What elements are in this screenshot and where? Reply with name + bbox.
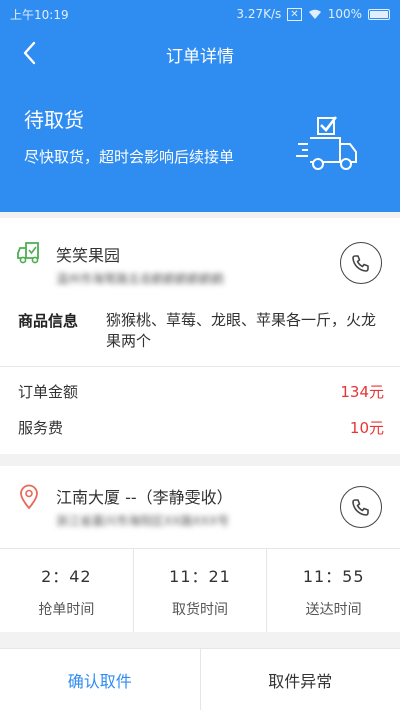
back-button[interactable] [14,38,44,68]
status-icons: 3.27K/s ✕ 100% [236,7,390,21]
grab-time: 2：42 抢单时间 [0,549,134,632]
recipient-address: 浙江省嘉兴市海阳区XX路XXX号 [56,514,230,528]
order-status: 待取货 [24,108,84,132]
order-amount-card: 订单金额 134元 服务费 10元 [0,366,400,454]
battery-icon [368,8,390,20]
status-time: 上午10:19 [10,7,69,22]
order-status-hint: 尽快取货，超时会影响后续接单 [24,148,235,166]
order-amount-row: 订单金额 134元 [18,381,384,402]
service-fee-value: 10元 [349,419,384,437]
confirm-pickup-button[interactable]: 确认取件 [0,649,201,710]
phone-icon [352,499,369,516]
chevron-left-icon [23,41,36,65]
wifi-icon [308,9,321,19]
order-amount-label: 订单金额 [18,383,79,401]
bottom-action-bar: 确认取件 取件异常 [0,648,400,710]
pickup-time-value: 11：21 [169,566,231,586]
service-fee-row: 服务费 10元 [18,417,384,438]
order-status-banner: 待取货 尽快取货，超时会影响后续接单 [0,80,400,212]
grab-time-label: 抢单时间 [38,601,95,618]
call-store-button[interactable] [340,242,382,284]
store-name: 笑笑果园 [56,246,121,265]
call-recipient-button[interactable] [340,486,382,528]
sim-icon: ✕ [287,7,302,21]
store-truck-icon [17,242,39,264]
page-title: 订单详情 [166,46,234,67]
battery-percent: 100% [327,7,362,21]
delivery-time-value: 11：55 [302,566,365,586]
pickup-time: 11：21 取货时间 [134,549,268,632]
delivery-time-label: 送达时间 [305,601,362,618]
order-amount-value: 134元 [340,383,384,401]
store-address: 温州市海鹭路五岳鹤鹤鹤鹤鹤鹤 [56,272,225,286]
recipient-name: 江南大厦 --（李静雯收） [56,488,233,507]
goods-info-label: 商品信息 [18,312,79,330]
delivery-time: 11：55 送达时间 [267,549,400,632]
service-fee-label: 服务费 [18,419,64,437]
phone-icon [352,255,369,272]
pickup-time-label: 取货时间 [172,601,228,618]
delivery-address-card: 江南大厦 --（李静雯收） 浙江省嘉兴市海阳区XX路XXX号 [0,466,400,548]
pickup-store-card: 笑笑果园 温州市海鹭路五岳鹤鹤鹤鹤鹤鹤 商品信息 猕猴桃、草莓、龙眼、苹果各一斤… [0,218,400,366]
delivery-truck-icon [296,116,357,170]
order-timeline: 2：42 抢单时间 11：21 取货时间 11：55 送达时间 [0,548,400,632]
status-bar: 上午10:19 3.27K/s ✕ 100% [0,0,400,28]
nav-bar: 订单详情 [0,28,400,80]
goods-info-text: 猕猴桃、草莓、龙眼、苹果各一斤，火龙果两个 [106,311,377,350]
pickup-exception-button[interactable]: 取件异常 [201,649,400,710]
location-pin-icon [20,484,38,510]
grab-time-value: 2：42 [41,566,92,586]
network-speed: 3.27K/s [236,7,282,21]
